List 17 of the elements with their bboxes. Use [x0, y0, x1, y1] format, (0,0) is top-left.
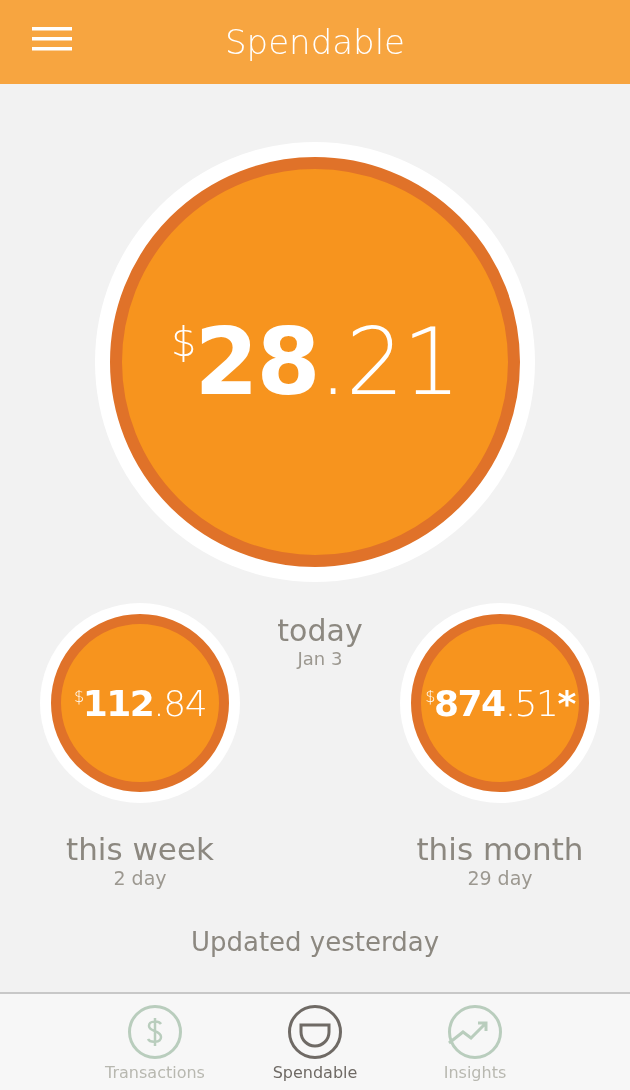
update-status: Updated yesterday — [190, 927, 440, 957]
today-date: Jan 3 — [297, 648, 343, 669]
period-days: 2 day — [113, 867, 167, 889]
period-label: this week — [66, 831, 214, 867]
period-label: this month — [416, 831, 584, 867]
tab[interactable]: Insights — [415, 994, 535, 1090]
period-amount: $^{$}$112.84 — [73, 682, 207, 724]
today-amount: $^{$}$28.21 — [171, 308, 459, 416]
period-amount: $^{$}$874.51* — [425, 682, 575, 724]
screen-title: Spendable — [225, 22, 405, 62]
tab[interactable]: Spendable — [255, 994, 375, 1090]
period-days: 29 day — [467, 867, 533, 889]
bowl-icon — [287, 1004, 343, 1060]
dollar-icon — [127, 1004, 183, 1060]
tab[interactable]: Transactions — [95, 994, 215, 1090]
menu-icon[interactable] — [32, 27, 72, 51]
today-label: today — [277, 613, 363, 648]
